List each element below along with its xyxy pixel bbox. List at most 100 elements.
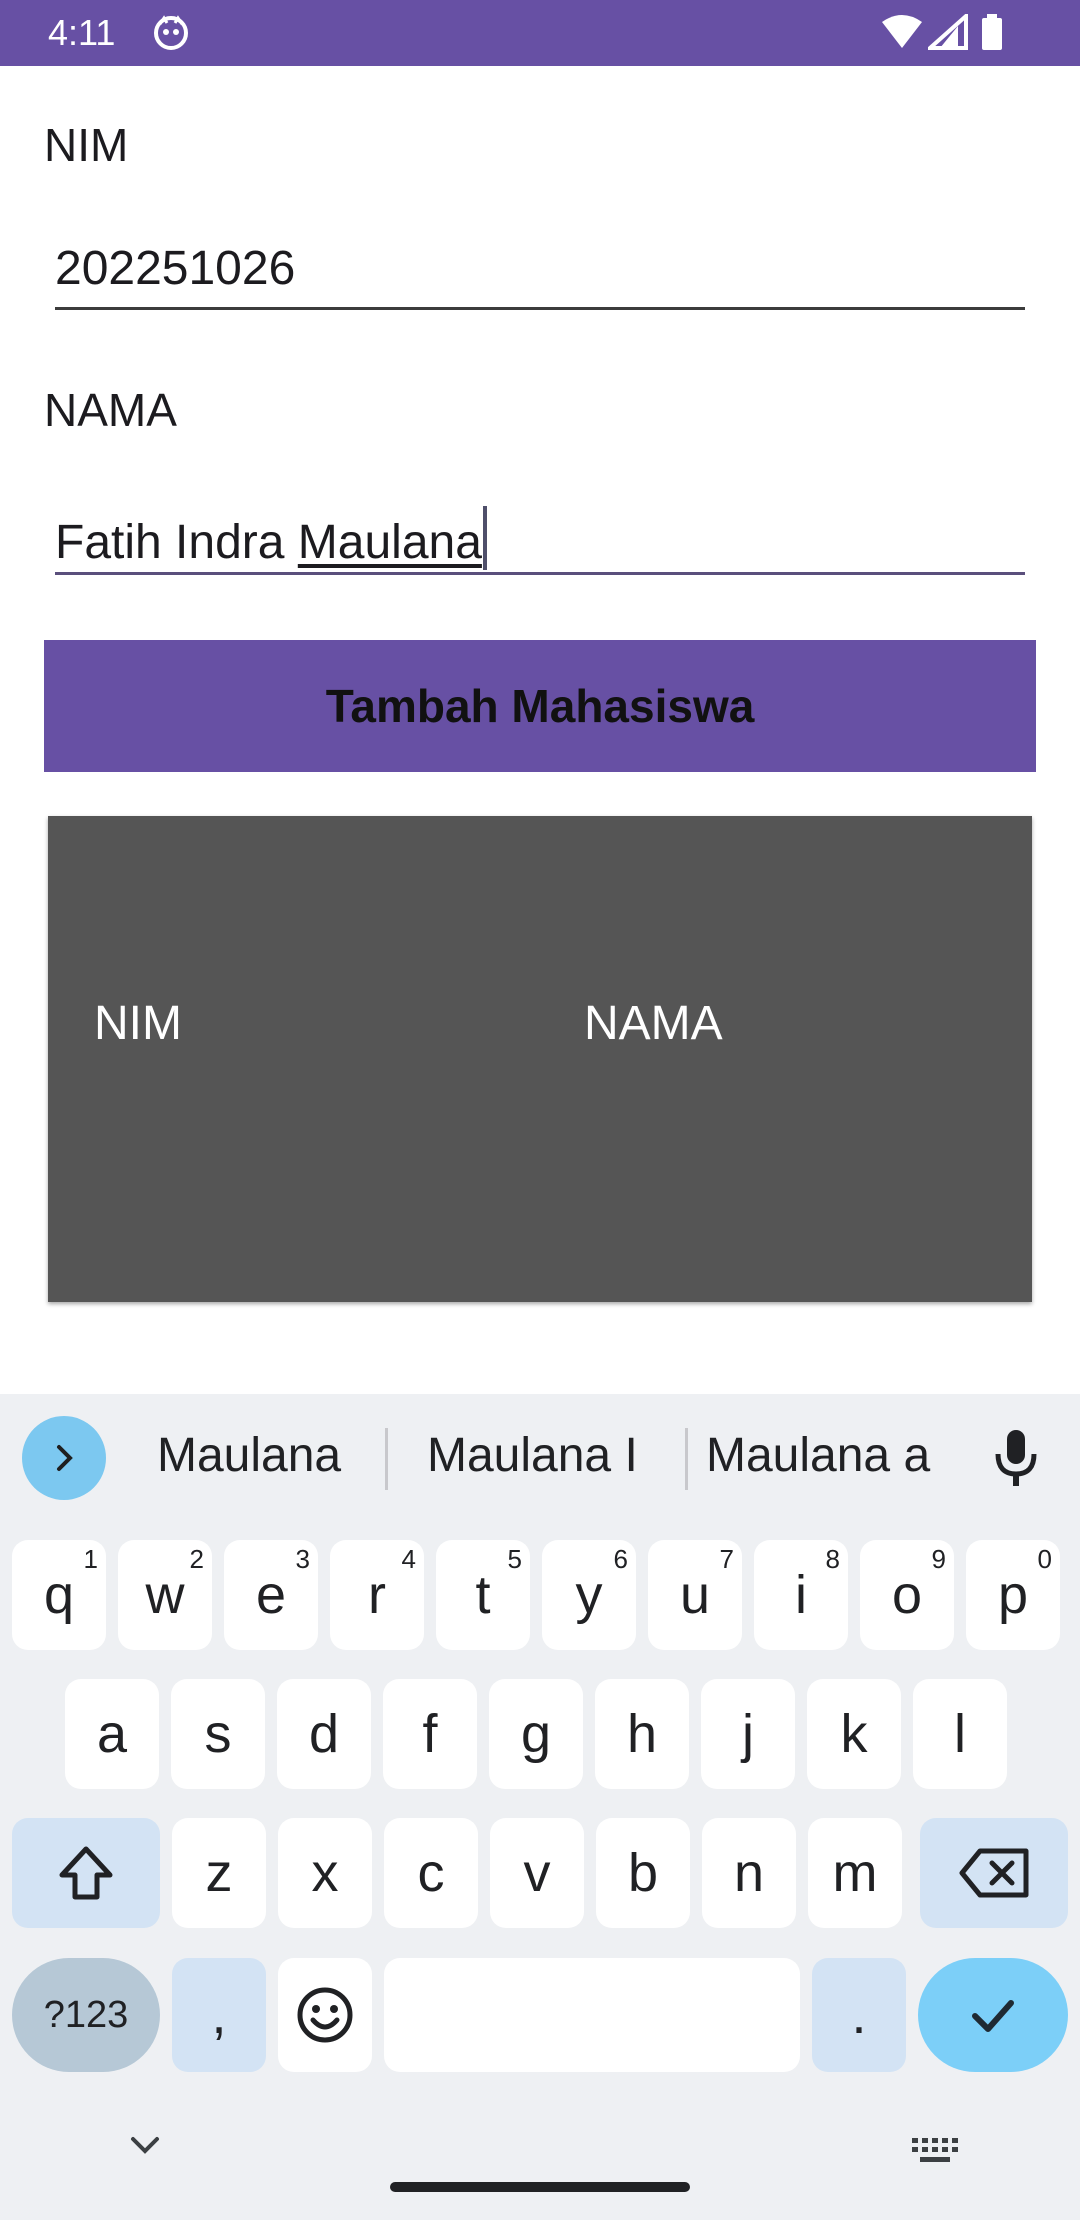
home-indicator[interactable] <box>390 2182 690 2192</box>
key-t-label: t <box>475 1565 491 1625</box>
period-key[interactable]: . <box>812 1958 906 2072</box>
key-u[interactable]: u7 <box>648 1540 742 1650</box>
key-r-hint: 4 <box>401 1544 416 1574</box>
key-v-label: v <box>523 1843 551 1903</box>
key-q-hint: 1 <box>83 1544 98 1574</box>
key-l[interactable]: l <box>913 1679 1007 1789</box>
backspace-icon <box>959 1848 1029 1898</box>
key-e-hint: 3 <box>295 1544 310 1574</box>
key-w-label: w <box>145 1565 185 1625</box>
key-a[interactable]: a <box>65 1679 159 1789</box>
key-e-label: e <box>255 1565 287 1625</box>
key-x-label: x <box>311 1843 339 1903</box>
key-t-hint: 5 <box>507 1544 522 1574</box>
suggestion-2[interactable]: Maulana I <box>427 1428 638 1483</box>
chevron-right-icon[interactable] <box>22 1416 106 1500</box>
key-z-label: z <box>205 1843 233 1903</box>
key-i-label: i <box>795 1565 807 1625</box>
suggestion-1[interactable]: Maulana <box>157 1428 341 1483</box>
key-c-label: c <box>417 1843 445 1903</box>
space-key[interactable] <box>384 1958 800 2072</box>
table-header-nama: NAMA <box>584 997 723 1050</box>
nama-input[interactable]: Fatih Indra Maulana <box>55 494 1025 575</box>
key-s-label: s <box>204 1704 232 1764</box>
key-q-label: q <box>43 1565 75 1625</box>
key-x[interactable]: x <box>278 1818 372 1928</box>
nim-label: NIM <box>44 119 129 171</box>
battery-icon <box>980 14 1004 55</box>
keyboard-icon[interactable] <box>910 2136 960 2173</box>
key-e[interactable]: e3 <box>224 1540 318 1650</box>
key-y-hint: 6 <box>613 1544 628 1574</box>
checkmark-icon <box>972 2000 1014 2032</box>
key-o-hint: 9 <box>931 1544 946 1574</box>
backspace-key[interactable] <box>920 1818 1068 1928</box>
key-z[interactable]: z <box>172 1818 266 1928</box>
nama-label: NAMA <box>44 384 177 436</box>
key-m[interactable]: m <box>808 1818 902 1928</box>
key-i[interactable]: i8 <box>754 1540 848 1650</box>
key-p-label: p <box>997 1565 1029 1625</box>
key-d[interactable]: d <box>277 1679 371 1789</box>
key-u-label: u <box>679 1565 711 1625</box>
key-b-label: b <box>627 1843 659 1903</box>
emoji-key[interactable] <box>278 1958 372 2072</box>
add-student-button[interactable]: Tambah Mahasiswa <box>44 640 1036 772</box>
key-j[interactable]: j <box>701 1679 795 1789</box>
comma-key[interactable]: , <box>172 1958 266 2072</box>
key-o-label: o <box>891 1565 923 1625</box>
key-a-label: a <box>96 1704 128 1764</box>
enter-key[interactable] <box>918 1958 1068 2072</box>
key-v[interactable]: v <box>490 1818 584 1928</box>
key-p[interactable]: p0 <box>966 1540 1060 1650</box>
status-time: 4:11 <box>48 12 116 53</box>
key-g-label: g <box>520 1704 552 1764</box>
key-p-hint: 0 <box>1037 1544 1052 1574</box>
key-d-label: d <box>308 1704 340 1764</box>
key-q[interactable]: q1 <box>12 1540 106 1650</box>
key-r[interactable]: r4 <box>330 1540 424 1650</box>
signal-icon <box>924 11 968 55</box>
nim-input[interactable]: 202251026 <box>55 229 1025 310</box>
nim-input-value: 202251026 <box>55 242 296 295</box>
key-h[interactable]: h <box>595 1679 689 1789</box>
key-r-label: r <box>368 1565 386 1625</box>
key-s[interactable]: s <box>171 1679 265 1789</box>
nama-input-composing-text: Maulana <box>297 516 482 569</box>
key-n-label: n <box>733 1843 765 1903</box>
shift-key[interactable] <box>12 1818 160 1928</box>
suggestion-divider <box>385 1428 388 1490</box>
app-notification-icon <box>152 14 190 52</box>
key-n[interactable]: n <box>702 1818 796 1928</box>
key-f[interactable]: f <box>383 1679 477 1789</box>
nama-input-value: Fatih Indra Maulana <box>55 506 487 570</box>
key-k[interactable]: k <box>807 1679 901 1789</box>
microphone-icon[interactable] <box>990 1426 1042 1495</box>
symbols-key[interactable]: ?123 <box>12 1958 160 2072</box>
wifi-icon <box>880 14 924 55</box>
nama-input-text: Fatih Indra <box>55 516 298 569</box>
key-g[interactable]: g <box>489 1679 583 1789</box>
emoji-icon <box>297 1987 353 2043</box>
key-y[interactable]: y6 <box>542 1540 636 1650</box>
key-c[interactable]: c <box>384 1818 478 1928</box>
key-h-label: h <box>626 1704 658 1764</box>
text-cursor <box>482 506 487 570</box>
student-table: NIM NAMA <box>48 816 1032 1302</box>
key-u-hint: 7 <box>719 1544 734 1574</box>
key-i-hint: 8 <box>825 1544 840 1574</box>
key-t[interactable]: t5 <box>436 1540 530 1650</box>
key-y-label: y <box>575 1565 603 1625</box>
key-k-label: k <box>840 1704 868 1764</box>
key-w[interactable]: w2 <box>118 1540 212 1650</box>
key-j-label: j <box>742 1704 754 1764</box>
key-o[interactable]: o9 <box>860 1540 954 1650</box>
soft-keyboard <box>0 1394 1080 2220</box>
key-b[interactable]: b <box>596 1818 690 1928</box>
suggestion-3[interactable]: Maulana a <box>706 1428 930 1483</box>
suggestion-divider <box>685 1428 688 1490</box>
key-f-label: f <box>422 1704 438 1764</box>
key-l-label: l <box>954 1704 966 1764</box>
key-w-hint: 2 <box>189 1544 204 1574</box>
chevron-down-icon[interactable] <box>128 2134 162 2163</box>
